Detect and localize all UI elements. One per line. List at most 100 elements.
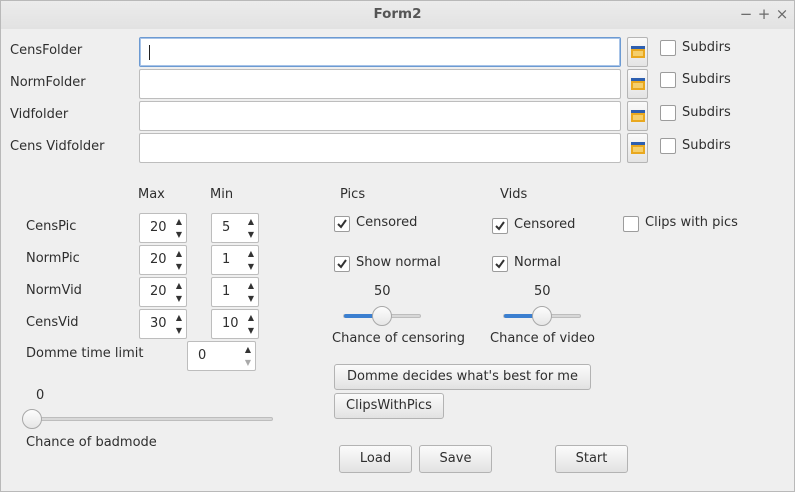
norm-folder-label: NormFolder (10, 75, 86, 90)
clips-with-pics-checkbox[interactable] (623, 216, 639, 232)
spin-arrows[interactable]: ▲ ▼ (245, 247, 257, 273)
spinbox-value: 10 (222, 316, 239, 331)
badmode-label: Chance of badmode (26, 435, 157, 450)
start-button[interactable]: Start (555, 445, 628, 473)
video-label: Chance of video (490, 331, 595, 346)
spin-down-icon[interactable]: ▼ (245, 228, 257, 241)
vid-folder-browse-button[interactable] (627, 101, 648, 131)
norm-vid-max-spinbox[interactable]: 20 ▲ ▼ (139, 277, 187, 307)
spinbox-value: 30 (150, 316, 167, 331)
spin-down-icon[interactable]: ▼ (173, 260, 185, 273)
spin-up-icon[interactable]: ▲ (245, 279, 257, 292)
spin-arrows[interactable]: ▲ ▼ (245, 215, 257, 241)
vid-folder-subdirs-label: Subdirs (682, 105, 731, 120)
badmode-slider-track[interactable] (32, 417, 273, 421)
pics-show-normal-label: Show normal (356, 255, 441, 270)
domme-decides-button[interactable]: Domme decides what's best for me (334, 364, 591, 390)
cens-pic-label: CensPic (26, 219, 77, 234)
spin-down-icon[interactable]: ▼ (173, 324, 185, 337)
spin-down-icon[interactable]: ▼ (173, 228, 185, 241)
spin-arrows[interactable]: ▲ ▼ (173, 311, 185, 337)
cens-vid-max-spinbox[interactable]: 30 ▲ ▼ (139, 309, 187, 339)
cens-vid-label: CensVid (26, 315, 79, 330)
cens-pic-min-spinbox[interactable]: 5 ▲ ▼ (211, 213, 259, 243)
spin-arrows[interactable]: ▲ ▼ (245, 279, 257, 305)
checkmark-icon (337, 259, 347, 269)
spin-arrows[interactable]: ▲ ▼ (242, 343, 254, 369)
spin-down-icon[interactable]: ▼ (245, 324, 257, 337)
pics-header: Pics (340, 187, 366, 202)
load-button[interactable]: Load (339, 445, 412, 473)
cens-folder-input[interactable] (139, 37, 621, 67)
spin-down-icon[interactable]: ▼ (245, 292, 257, 305)
norm-pic-label: NormPic (26, 251, 80, 266)
spin-up-icon[interactable]: ▲ (245, 311, 257, 324)
spin-up-icon[interactable]: ▲ (245, 215, 257, 228)
cens-vid-folder-input[interactable] (139, 133, 621, 163)
spinbox-value: 20 (150, 252, 167, 267)
cens-folder-browse-button[interactable] (627, 37, 648, 67)
vids-censored-label: Censored (514, 217, 576, 232)
vid-folder-label: Vidfolder (10, 107, 69, 122)
min-header: Min (210, 187, 234, 202)
spin-down-icon[interactable]: ▼ (245, 260, 257, 273)
spinbox-value: 20 (150, 220, 167, 235)
norm-folder-browse-button[interactable] (627, 69, 648, 99)
spin-up-icon[interactable]: ▲ (173, 247, 185, 260)
vid-folder-input[interactable] (139, 101, 621, 131)
folder-icon (631, 110, 645, 122)
badmode-slider-handle[interactable] (22, 409, 42, 429)
video-value-label: 50 (534, 284, 551, 299)
spin-up-icon[interactable]: ▲ (173, 311, 185, 324)
norm-pic-max-spinbox[interactable]: 20 ▲ ▼ (139, 245, 187, 275)
clips-with-pics-button[interactable]: ClipsWithPics (334, 393, 444, 419)
folder-icon (631, 46, 645, 58)
spinbox-value: 1 (222, 252, 231, 267)
vids-header: Vids (500, 187, 528, 202)
spin-arrows[interactable]: ▲ ▼ (173, 247, 185, 273)
pics-show-normal-checkbox[interactable] (334, 256, 350, 272)
checkmark-icon (495, 259, 505, 269)
text-caret (149, 45, 150, 60)
maximize-button[interactable]: + (756, 6, 772, 22)
save-button[interactable]: Save (419, 445, 492, 473)
spin-down-icon[interactable]: ▼ (242, 356, 254, 369)
domme-time-limit-spinbox[interactable]: 0 ▲ ▼ (187, 341, 256, 371)
vids-normal-checkbox[interactable] (492, 256, 508, 272)
vids-censored-checkbox[interactable] (492, 218, 508, 234)
spin-down-icon[interactable]: ▼ (173, 292, 185, 305)
spinbox-value: 1 (222, 284, 231, 299)
cens-vid-folder-subdirs-checkbox[interactable] (660, 138, 676, 154)
spin-arrows[interactable]: ▲ ▼ (173, 279, 185, 305)
spin-up-icon[interactable]: ▲ (242, 343, 254, 356)
norm-vid-label: NormVid (26, 283, 82, 298)
badmode-value-label: 0 (36, 388, 45, 403)
cens-folder-subdirs-checkbox[interactable] (660, 40, 676, 56)
cens-vid-folder-browse-button[interactable] (627, 133, 648, 163)
folder-icon (631, 142, 645, 154)
spin-up-icon[interactable]: ▲ (173, 279, 185, 292)
censoring-label: Chance of censoring (332, 331, 466, 346)
norm-vid-min-spinbox[interactable]: 1 ▲ ▼ (211, 277, 259, 307)
spin-up-icon[interactable]: ▲ (173, 215, 185, 228)
spinbox-value: 0 (198, 348, 207, 363)
close-button[interactable]: × (774, 6, 790, 22)
pics-censored-checkbox[interactable] (334, 216, 350, 232)
vid-folder-subdirs-checkbox[interactable] (660, 105, 676, 121)
video-slider-handle[interactable] (532, 306, 552, 326)
norm-folder-input[interactable] (139, 69, 621, 99)
minimize-button[interactable]: − (738, 6, 754, 22)
spin-arrows[interactable]: ▲ ▼ (173, 215, 185, 241)
spin-arrows[interactable]: ▲ ▼ (245, 311, 257, 337)
cens-vid-min-spinbox[interactable]: 10 ▲ ▼ (211, 309, 259, 339)
spin-up-icon[interactable]: ▲ (245, 247, 257, 260)
form2-window: Form2 − + × CensFolder Subdirs NormFolde… (0, 0, 795, 492)
max-header: Max (138, 187, 165, 202)
title-bar[interactable]: Form2 − + × (1, 1, 794, 29)
norm-pic-min-spinbox[interactable]: 1 ▲ ▼ (211, 245, 259, 275)
cens-pic-max-spinbox[interactable]: 20 ▲ ▼ (139, 213, 187, 243)
censoring-value-label: 50 (374, 284, 391, 299)
norm-folder-subdirs-checkbox[interactable] (660, 72, 676, 88)
pics-censored-label: Censored (356, 215, 418, 230)
censoring-slider-handle[interactable] (372, 306, 392, 326)
